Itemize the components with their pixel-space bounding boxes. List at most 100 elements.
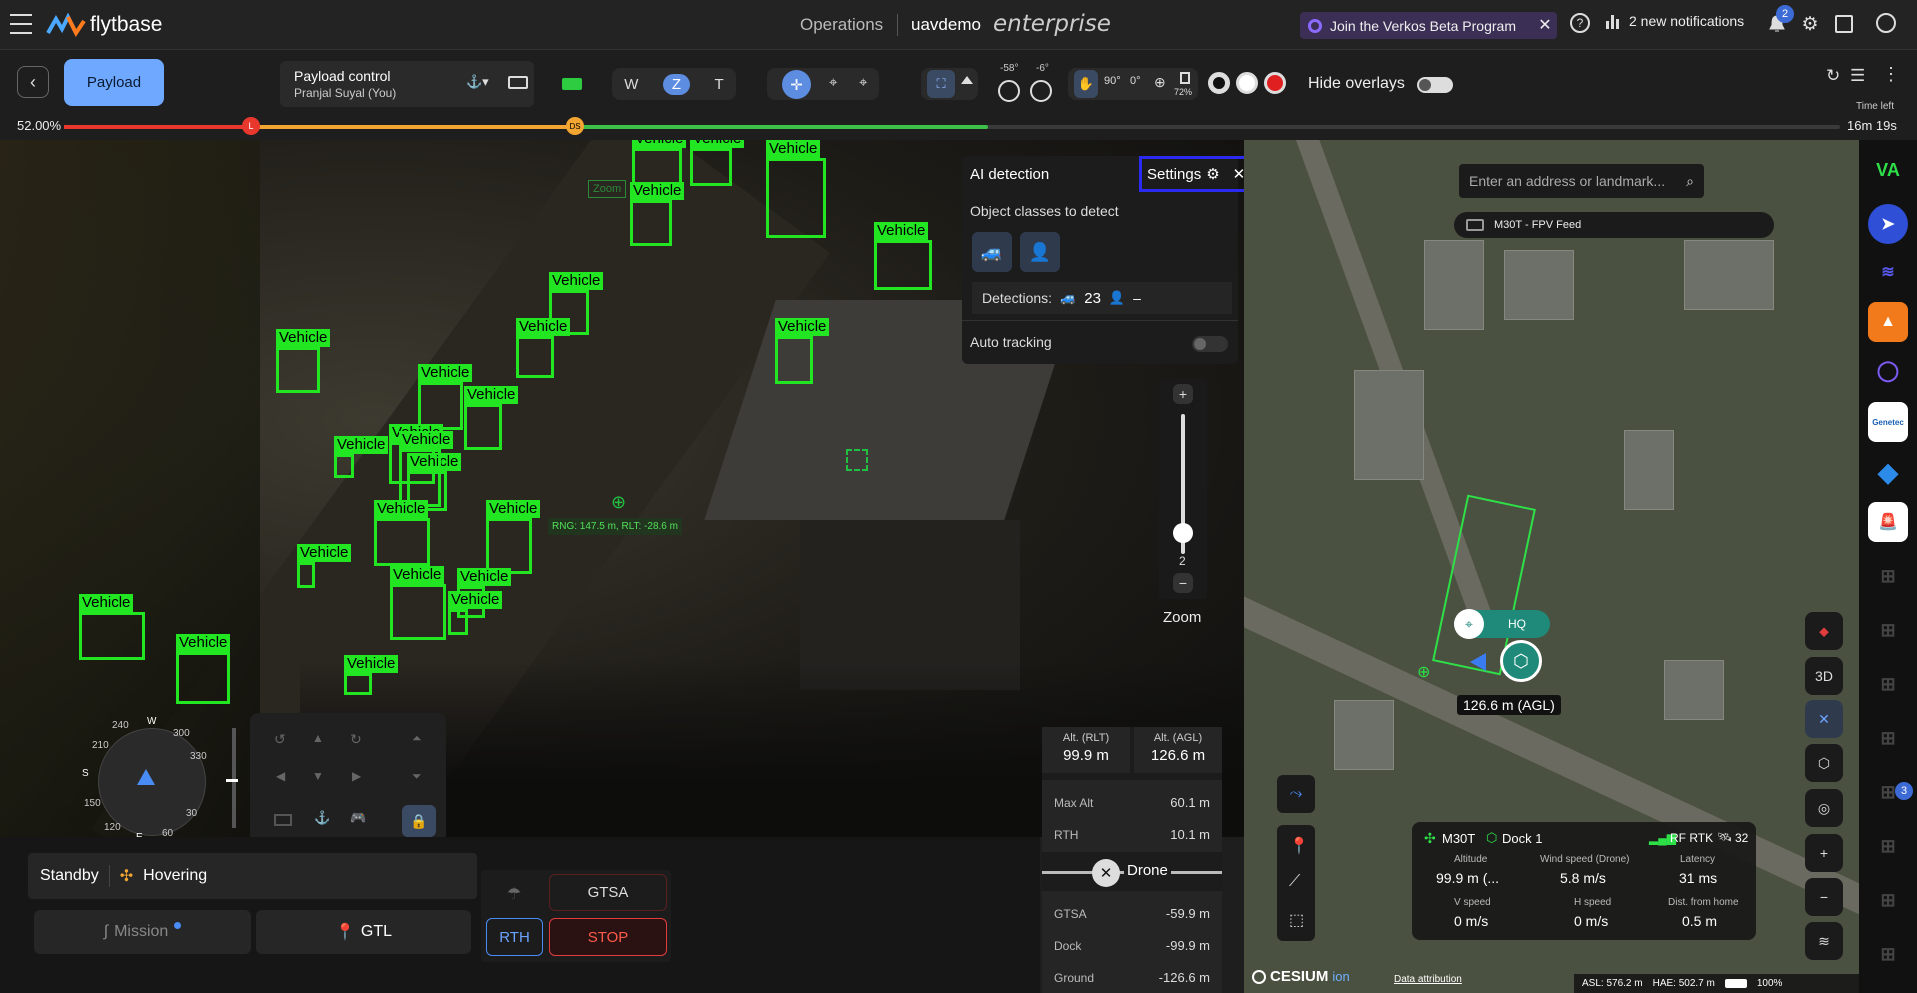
hide-overlays-toggle[interactable] [1417, 77, 1453, 93]
map-3d-button[interactable]: 3D [1805, 657, 1843, 695]
fpv-feed-chip[interactable]: M30T - FPV Feed [1454, 212, 1774, 238]
add-integration-icon[interactable]: ⊞ [1868, 610, 1908, 650]
video-camera-icon[interactable] [562, 78, 582, 90]
hq-marker[interactable]: ⌖ HQ [1454, 609, 1550, 639]
add-integration-icon[interactable]: ⊞ [1868, 880, 1908, 920]
gtl-button[interactable]: 📍 GTL [256, 910, 471, 954]
hand-icon[interactable]: ✋ [1074, 70, 1098, 98]
focus-frame-icon[interactable]: ⛶ [927, 70, 955, 98]
rotate-0-label[interactable]: 0° [1130, 75, 1141, 87]
map-zoom-out-button[interactable]: − [1805, 878, 1843, 916]
lens-wide[interactable]: W [624, 76, 638, 93]
flytbase-logo[interactable]: flytbase [46, 13, 162, 37]
place-marker-icon[interactable]: 📍 [1289, 836, 1309, 856]
flytbase-va-icon[interactable]: VA [1868, 150, 1908, 190]
layers-icon[interactable]: ≋ [1805, 922, 1843, 960]
ascend-icon[interactable]: ⏶ [412, 731, 422, 746]
lens-thermal[interactable]: T [715, 76, 724, 93]
dock-marker-icon[interactable]: ⬡ [1500, 640, 1542, 682]
lens-zoom[interactable]: Z [662, 73, 691, 95]
payload-control-panel[interactable]: Payload control Pranjal Suyal (You) ⚓▾ [280, 61, 534, 107]
cesium-logo[interactable]: CESIUM ion [1252, 968, 1350, 985]
add-integration-icon[interactable]: ⊞ [1868, 826, 1908, 866]
back-button[interactable]: ‹ [17, 66, 49, 98]
payload-button[interactable]: Payload [64, 59, 164, 106]
crosshair-icon[interactable]: ✛ [782, 70, 811, 99]
gtsa-button[interactable]: GTSA [549, 874, 667, 911]
record-video-button[interactable] [1264, 72, 1286, 94]
left-icon[interactable]: ◀ [276, 769, 285, 783]
add-integration-icon[interactable]: ⊞ [1868, 556, 1908, 596]
chevron-up-icon[interactable] [961, 76, 973, 84]
pin-icon[interactable]: ⌖ [829, 74, 837, 91]
draw-area-icon[interactable]: ⬚ [1289, 910, 1304, 930]
forward-icon[interactable]: ▲ [312, 731, 324, 745]
send-icon[interactable]: ➤ [1868, 204, 1908, 244]
joystick-icon[interactable]: ⚓ [314, 810, 330, 826]
operations-link[interactable]: Operations [800, 15, 883, 35]
compass-north-icon[interactable]: ⬥ [1805, 612, 1843, 650]
add-integration-icon[interactable]: ⊞ [1868, 718, 1908, 758]
genetec-app-icon[interactable]: Genetec [1868, 402, 1908, 442]
route-icon[interactable]: ⤳ [1277, 775, 1315, 813]
right-icon[interactable]: ▶ [352, 769, 361, 783]
diamond-app-icon[interactable]: ◆ [1868, 452, 1908, 492]
orange-app-icon[interactable]: ▲ [1868, 302, 1908, 342]
drone-view-button[interactable]: ✕ [1805, 700, 1843, 738]
my-location-icon[interactable]: ◎ [1805, 789, 1843, 827]
add-integration-icon[interactable]: ⊞ [1868, 664, 1908, 704]
mission-button[interactable]: ∫ Mission [34, 910, 251, 954]
map-zoom-in-button[interactable]: + [1805, 834, 1843, 872]
auto-tracking-toggle[interactable] [1192, 336, 1228, 352]
layers-app-icon[interactable]: ≋ [1868, 252, 1908, 292]
yaw-right-icon[interactable]: ↻ [350, 731, 362, 748]
keyboard-icon[interactable] [508, 76, 528, 89]
search-icon[interactable]: ⌕ [1686, 173, 1694, 190]
sliders-icon[interactable]: ☰ [1850, 66, 1865, 86]
photo-mode-icon[interactable] [1208, 72, 1230, 94]
add-integration-icon[interactable]: ⊞ [1868, 934, 1908, 974]
verkos-app-icon[interactable]: ◯ [1868, 350, 1908, 390]
alarm-app-icon[interactable]: 🚨 [1868, 502, 1908, 542]
gear-icon[interactable]: ⚙ [1800, 13, 1820, 35]
yaw-left-icon[interactable]: ↺ [274, 731, 286, 748]
beta-banner[interactable]: Join the Verkos Beta Program [1300, 12, 1557, 39]
help-icon[interactable]: ? [1570, 13, 1590, 33]
more-vertical-icon[interactable]: ⋮ [1882, 64, 1900, 85]
gamepad-icon[interactable]: 🎮 [350, 810, 366, 826]
pilot-icon[interactable]: ⚓▾ [466, 74, 489, 90]
org-name[interactable]: uavdemo [911, 15, 981, 35]
lock-button[interactable]: 🔒 [402, 805, 436, 837]
descend-icon[interactable]: ⏷ [412, 769, 422, 784]
vehicle-class-toggle[interactable]: 🚙 [972, 232, 1012, 272]
rotate-90-label[interactable]: 90° [1104, 75, 1121, 87]
person-class-toggle[interactable]: 👤 [1020, 232, 1060, 272]
rth-button[interactable]: RTH [486, 918, 543, 956]
stop-button[interactable]: STOP [549, 918, 667, 956]
bell-icon[interactable]: 2 [1768, 5, 1794, 34]
account-icon[interactable] [1876, 13, 1896, 33]
gimbal-pitch-dial-icon[interactable] [998, 80, 1020, 102]
close-beta-icon[interactable]: ✕ [1536, 14, 1554, 36]
center-gimbal-icon[interactable]: ⊕ [1154, 74, 1166, 91]
menu-icon[interactable] [10, 14, 32, 34]
keyboard-control-icon[interactable] [274, 814, 292, 826]
poi-pin-icon[interactable]: ⌖ [859, 74, 867, 91]
zoom-out-button[interactable]: − [1173, 573, 1193, 593]
gift-icon[interactable] [1835, 15, 1853, 33]
draw-line-icon[interactable]: ⟋ [1289, 873, 1300, 891]
zoom-slider-thumb[interactable] [1173, 523, 1193, 543]
capture-photo-button[interactable] [1236, 72, 1258, 94]
add-integration-icon[interactable]: ⊞ [1868, 772, 1908, 812]
refresh-icon[interactable]: ↻ [1826, 66, 1840, 86]
map-search-box[interactable]: Enter an address or landmark... ⌕ [1459, 164, 1704, 198]
ai-settings-button[interactable]: Settings ⚙ ✕ [1139, 156, 1247, 192]
backward-icon[interactable]: ▼ [312, 769, 324, 783]
data-attribution-link[interactable]: Data attribution [1394, 974, 1462, 985]
notifications-link[interactable]: 2 new notifications [1605, 13, 1744, 29]
zoom-in-button[interactable]: + [1173, 384, 1193, 404]
map-view[interactable]: Enter an address or landmark... ⌕ M30T -… [1244, 140, 1859, 993]
parachute-icon[interactable]: ☂ [489, 877, 539, 911]
gimbal-yaw-dial-icon[interactable] [1030, 80, 1052, 102]
dock-view-icon[interactable]: ⬡ [1805, 744, 1843, 782]
